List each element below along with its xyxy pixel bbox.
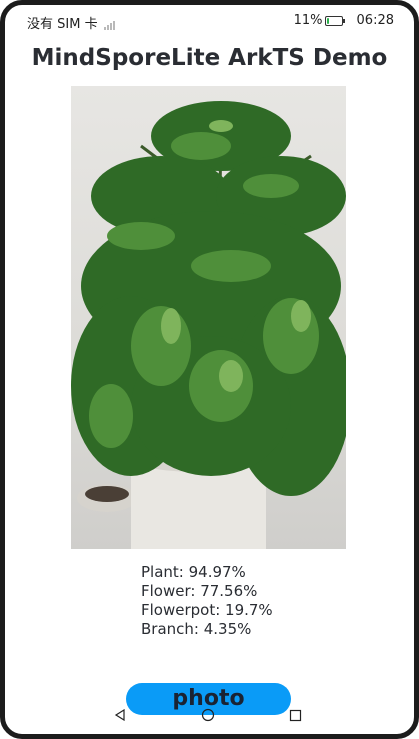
battery-icon (324, 15, 345, 26)
home-icon[interactable] (198, 705, 218, 725)
status-bar: 没有 SIM 卡 11% 06:28 (5, 5, 414, 39)
battery-percent: 11% (293, 13, 323, 28)
signal-icon (103, 21, 115, 30)
battery-fill (326, 17, 329, 24)
plant-illustration (71, 101, 346, 549)
results-list: Plant: 94.97% Flower: 77.56% Flowerpot: … (141, 563, 273, 639)
page-title: MindSporeLite ArkTS Demo (31, 45, 388, 71)
plant-photo (71, 86, 346, 549)
navigation-bar (5, 705, 414, 727)
clock: 06:28 (356, 13, 394, 28)
result-flower: Flower: 77.56% (141, 582, 258, 600)
recents-icon[interactable] (285, 705, 305, 725)
phone-screen: 没有 SIM 卡 11% 06:28 MindSporeLite ArkTS D… (0, 0, 419, 739)
result-flowerpot: Flowerpot: 19.7% (141, 601, 273, 619)
result-plant: Plant: 94.97% (141, 563, 246, 581)
back-icon[interactable] (110, 705, 130, 725)
carrier-text: 没有 SIM 卡 (27, 17, 98, 32)
battery-nub (342, 18, 345, 23)
status-left: 没有 SIM 卡 (27, 13, 115, 32)
status-right: 11% 06:28 (294, 13, 394, 28)
result-branch: Branch: 4.35% (141, 620, 252, 638)
